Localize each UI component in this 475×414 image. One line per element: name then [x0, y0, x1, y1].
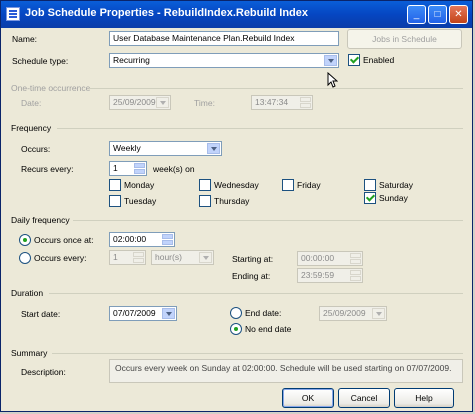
thursday-label: Thursday	[214, 196, 250, 206]
maximize-icon: □	[434, 9, 441, 20]
occurs-once-time-value: 02:00:00	[113, 234, 147, 244]
sunday-checkbox[interactable]	[364, 192, 376, 204]
chevron-down-icon[interactable]	[156, 97, 169, 108]
one-time-header: One-time occurrence	[11, 83, 91, 93]
recurs-every-value: 1	[113, 163, 118, 173]
occurs-label: Occurs:	[21, 144, 51, 154]
spinner-arrows-icon[interactable]	[300, 97, 311, 108]
end-date-label: End date:	[245, 308, 282, 318]
daily-frequency-divider	[73, 220, 463, 221]
jobs-in-schedule-button[interactable]: Jobs in Schedule	[347, 29, 462, 49]
occurs-once-radio[interactable]	[19, 234, 31, 246]
schedule-type-value: Recurring	[113, 55, 150, 65]
chevron-down-icon[interactable]	[162, 308, 175, 319]
starting-at-label: Starting at:	[232, 254, 274, 264]
chevron-down-icon[interactable]	[207, 143, 220, 154]
start-date-picker[interactable]: 07/07/2009	[109, 306, 177, 321]
spinner-arrows-icon[interactable]	[134, 163, 145, 174]
duration-header: Duration	[11, 288, 44, 298]
enabled-checkbox[interactable]	[348, 54, 360, 66]
daily-frequency-header: Daily frequency	[11, 215, 70, 225]
recurs-every-spinner[interactable]: 1	[109, 161, 147, 176]
occurs-every-value: 1	[113, 252, 118, 262]
job-schedule-dialog: Job Schedule Properties - RebuildIndex.R…	[0, 0, 473, 412]
window-icon	[6, 7, 20, 21]
wednesday-checkbox[interactable]	[199, 179, 211, 191]
maximize-button[interactable]: □	[428, 5, 447, 24]
name-label: Name:	[12, 34, 38, 44]
friday-label: Friday	[297, 180, 321, 190]
minimize-button[interactable]: _	[407, 5, 426, 24]
chevron-down-icon[interactable]	[199, 252, 212, 263]
time-spinner[interactable]: 13:47:34	[251, 95, 313, 110]
spinner-arrows-icon[interactable]	[133, 252, 144, 263]
summary-header: Summary	[11, 348, 48, 358]
saturday-label: Saturday	[379, 180, 414, 190]
ok-button[interactable]: OK	[282, 388, 334, 408]
date-value: 25/09/2009	[113, 97, 156, 107]
starting-at-spinner[interactable]: 00:00:00	[297, 251, 363, 266]
friday-checkbox[interactable]	[282, 179, 294, 191]
occurs-every-unit-value: hour(s)	[155, 252, 182, 262]
no-end-date-label: No end date	[245, 324, 292, 334]
occurs-every-radio[interactable]	[19, 252, 31, 264]
close-icon: ✕	[454, 9, 463, 20]
thursday-checkbox[interactable]	[199, 195, 211, 207]
occurs-once-time-spinner[interactable]: 02:00:00	[109, 232, 175, 247]
occurs-select[interactable]: Weekly	[109, 141, 222, 156]
time-value: 13:47:34	[255, 97, 289, 107]
time-label: Time:	[194, 98, 215, 108]
chevron-down-icon[interactable]	[372, 308, 385, 319]
close-button[interactable]: ✕	[449, 5, 468, 24]
occurs-once-label: Occurs once at:	[34, 235, 94, 245]
tuesday-label: Tuesday	[124, 196, 157, 206]
date-label: Date:	[21, 98, 42, 108]
ending-at-value: 23:59:59	[301, 270, 335, 280]
saturday-checkbox[interactable]	[364, 179, 376, 191]
monday-checkbox[interactable]	[109, 179, 121, 191]
recurs-unit-label: week(s) on	[153, 164, 195, 174]
ending-at-spinner[interactable]: 23:59:59	[297, 268, 363, 283]
schedule-type-label: Schedule type:	[12, 56, 69, 66]
date-picker[interactable]: 25/09/2009	[109, 95, 171, 110]
end-date-radio[interactable]	[230, 307, 242, 319]
no-end-date-radio[interactable]	[230, 323, 242, 335]
wednesday-label: Wednesday	[214, 180, 259, 190]
chevron-down-icon[interactable]	[324, 55, 337, 66]
occurs-value: Weekly	[113, 143, 141, 153]
start-date-value: 07/07/2009	[113, 308, 156, 318]
occurs-every-label: Occurs every:	[34, 253, 87, 263]
frequency-divider	[57, 128, 463, 129]
description-box: Occurs every week on Sunday at 02:00:00.…	[109, 359, 463, 383]
window-title: Job Schedule Properties - RebuildIndex.R…	[25, 7, 308, 19]
end-date-value: 25/09/2009	[323, 308, 366, 318]
one-time-divider	[89, 88, 463, 89]
minimize-icon: _	[413, 9, 420, 20]
sunday-label: Sunday	[379, 193, 408, 203]
ending-at-label: Ending at:	[232, 271, 271, 281]
monday-label: Monday	[124, 180, 155, 190]
start-date-label: Start date:	[21, 309, 61, 319]
name-input[interactable]: User Database Maintenance Plan.Rebuild I…	[109, 31, 339, 46]
duration-divider	[49, 293, 463, 294]
occurs-every-spinner[interactable]: 1	[109, 250, 146, 265]
schedule-type-select[interactable]: Recurring	[109, 53, 339, 68]
title-bar[interactable]: Job Schedule Properties - RebuildIndex.R…	[1, 1, 472, 28]
description-label: Description:	[21, 367, 66, 377]
end-date-picker[interactable]: 25/09/2009	[319, 306, 387, 321]
occurs-every-unit-select[interactable]: hour(s)	[151, 250, 214, 265]
recurs-every-label: Recurs every:	[21, 164, 74, 174]
help-button[interactable]: Help	[394, 388, 454, 408]
starting-at-value: 00:00:00	[301, 253, 335, 263]
frequency-header: Frequency	[11, 123, 52, 133]
summary-divider	[52, 353, 463, 354]
enabled-label: Enabled	[363, 55, 395, 65]
spinner-arrows-icon[interactable]	[350, 253, 361, 264]
spinner-arrows-icon[interactable]	[162, 234, 173, 245]
spinner-arrows-icon[interactable]	[350, 270, 361, 281]
cancel-button[interactable]: Cancel	[338, 388, 390, 408]
tuesday-checkbox[interactable]	[109, 195, 121, 207]
